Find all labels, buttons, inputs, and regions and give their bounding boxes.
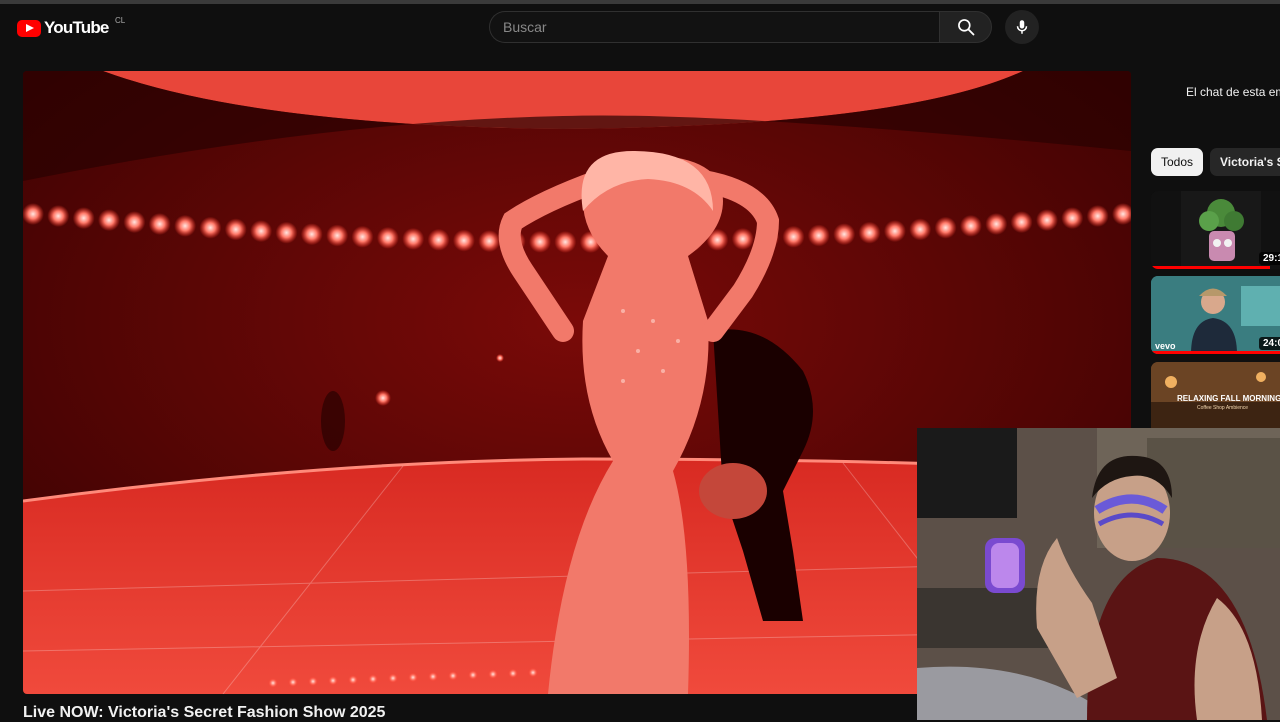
floor-lamp xyxy=(268,678,278,688)
chip-todos[interactable]: Todos xyxy=(1151,148,1204,176)
stage-lamp xyxy=(1061,207,1084,230)
stage-lamp xyxy=(1010,211,1033,234)
stage-lamp xyxy=(731,227,754,250)
floor-lamp xyxy=(528,667,538,678)
thumbnail-text: RELAXING FALL MORNING xyxy=(1177,394,1280,403)
video-title: Live NOW: Victoria's Secret Fashion Show… xyxy=(23,704,386,721)
stage-lamp xyxy=(98,209,120,232)
stage-lamp xyxy=(402,227,425,250)
stage-lamp xyxy=(376,226,399,249)
chat-disabled-note: El chat de esta em xyxy=(1186,85,1280,99)
stage-lamp xyxy=(807,224,830,247)
floor-lamp xyxy=(388,673,398,684)
stage-lamp xyxy=(934,216,957,239)
stage-lamp xyxy=(250,220,273,243)
stage-lamp xyxy=(275,221,298,244)
stage-lamp xyxy=(883,220,906,243)
floor-lamp xyxy=(488,669,498,680)
stage-lamp xyxy=(427,228,450,251)
search-button[interactable] xyxy=(939,11,992,43)
floor-lamp xyxy=(368,674,378,684)
youtube-logo[interactable]: YouTube CL xyxy=(17,16,125,38)
stage-lamp xyxy=(833,223,856,246)
microphone-icon xyxy=(1016,20,1028,34)
floor-lamp xyxy=(428,671,438,682)
watch-progress-bar xyxy=(1151,266,1270,269)
stage-lamp xyxy=(985,213,1008,235)
floor-lamp xyxy=(408,672,418,683)
country-code: CL xyxy=(115,16,126,25)
stage-lamp xyxy=(478,230,501,253)
vevo-badge: vevo xyxy=(1155,341,1176,351)
stage-lamp xyxy=(351,225,374,248)
voice-search-button[interactable] xyxy=(1005,10,1039,44)
stage-lamp xyxy=(1086,205,1109,227)
search-box xyxy=(489,11,939,43)
floor-lamp xyxy=(348,674,358,685)
duration-label: 24:0 xyxy=(1259,337,1280,350)
recommendation-thumbnail-1[interactable]: 29:1 xyxy=(1151,191,1280,269)
thumbnail-subtext: Coffee Shop Ambience xyxy=(1197,405,1249,411)
streamer-webcam-feed xyxy=(917,428,1280,720)
stage-lamp xyxy=(858,221,881,244)
floor-lamp xyxy=(508,668,518,679)
stage-lamp xyxy=(224,218,247,241)
youtube-logo-icon xyxy=(17,19,41,37)
stage-lamp xyxy=(47,205,70,227)
stage-lamp xyxy=(554,231,577,253)
stage-lamp xyxy=(909,218,932,241)
stage-lamp xyxy=(326,224,349,247)
stage-lamp xyxy=(529,230,551,253)
stage-lamp xyxy=(148,213,171,235)
webcam-overlay xyxy=(917,428,1280,720)
stage-lamp xyxy=(23,203,44,225)
watch-progress-bar xyxy=(1151,351,1280,354)
search-icon xyxy=(957,19,974,36)
floor-lamp xyxy=(288,677,298,688)
chip-victorias-secret[interactable]: Victoria's Se xyxy=(1210,148,1280,176)
stage-lamp xyxy=(452,229,475,252)
stage-lamp xyxy=(199,216,222,239)
stage-lamp xyxy=(782,225,805,248)
floor-lamp xyxy=(448,670,458,681)
stage-lamp xyxy=(123,211,146,234)
duration-label: 29:1 xyxy=(1259,252,1280,265)
recommendation-thumbnail-2[interactable]: vevo 24:0 xyxy=(1151,276,1280,354)
floor-lamp xyxy=(468,670,478,680)
logo-text: YouTube xyxy=(44,18,109,37)
floor-lamp xyxy=(308,676,318,687)
stage-lamp xyxy=(72,207,95,230)
stage-lamp xyxy=(300,223,323,246)
stage-lamp xyxy=(959,214,982,237)
stage-lamp xyxy=(1036,209,1058,232)
floor-lamp xyxy=(328,675,338,686)
search-input[interactable] xyxy=(490,12,923,42)
stage-lamp xyxy=(174,214,197,237)
masthead: YouTube CL xyxy=(0,4,1280,52)
